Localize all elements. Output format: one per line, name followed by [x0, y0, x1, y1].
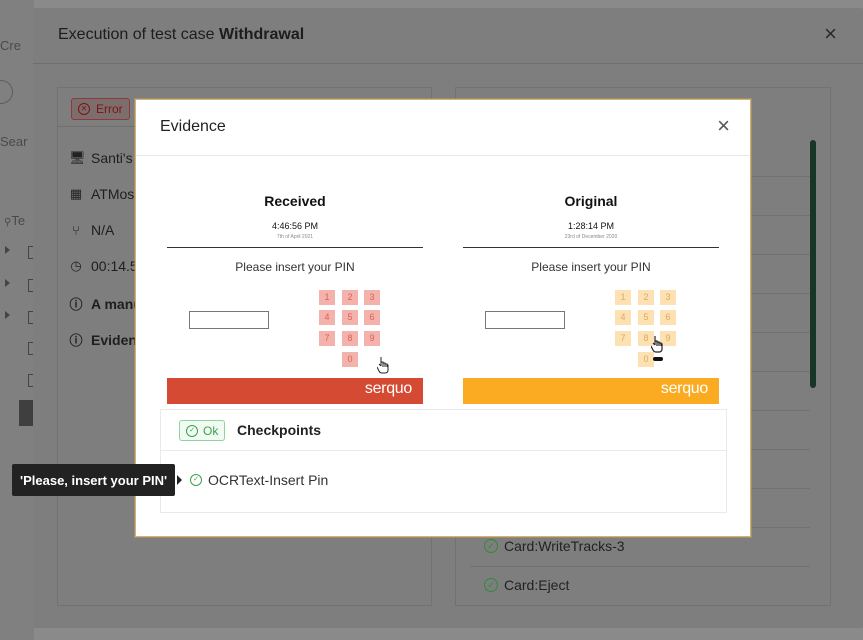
screenshot-time: 1:28:14 PM	[567, 221, 615, 231]
error-icon: ✕	[78, 103, 90, 115]
tree-expand-icon	[5, 279, 10, 287]
info-device-label: Santi's	[91, 150, 133, 166]
screenshot-date: 23rd of December 2020	[564, 234, 618, 240]
execution-dialog-title: Execution of test case Withdrawal	[58, 26, 304, 44]
tree-expand-icon	[5, 246, 10, 254]
pin-prompt: Please insert your PIN	[235, 260, 355, 274]
check-item-label: Card:Eject	[504, 577, 570, 593]
serquo-logo: serquo	[364, 380, 412, 397]
checkpoints-panel: ✓ Ok Checkpoints ✓ OCRText-Insert Pin	[160, 409, 727, 513]
pin-prompt: Please insert your PIN	[531, 260, 651, 274]
screenshot-title: Received	[264, 193, 326, 209]
divider	[167, 247, 423, 248]
evidence-modal-title: Evidence	[160, 118, 226, 135]
pin-input	[485, 311, 565, 329]
checkpoint-item[interactable]: ✓ OCRText-Insert Pin	[190, 472, 328, 488]
check-item-label: Card:WriteTracks-3	[504, 538, 625, 554]
branch-icon: ⑂	[72, 222, 80, 238]
keypad-key: 6	[660, 310, 676, 325]
test-case-name: Withdrawal	[218, 26, 305, 43]
keypad-key: 1	[615, 290, 631, 305]
keypad-key: 8	[342, 331, 358, 346]
keypad-key: 6	[364, 310, 380, 325]
brand-bar: serquo	[463, 378, 719, 404]
info-evidence-label: Eviden	[91, 331, 137, 348]
info-duration: ◷ 00:14.5	[69, 258, 138, 274]
status-badge-label: Error	[96, 102, 123, 116]
close-icon[interactable]: ×	[824, 23, 837, 45]
monitor-icon: 🖥	[69, 150, 86, 165]
keypad-key: 0	[342, 352, 358, 367]
info-duration-label: 00:14.5	[91, 258, 138, 274]
info-device: 🖥 Santi's	[69, 150, 133, 166]
screenshot-time: 4:46:56 PM	[271, 221, 319, 231]
screenshot-title: Original	[564, 193, 618, 209]
evidence-modal: Evidence × Received 4:46:56 PM 7th of Ap…	[135, 99, 751, 537]
keypad-key: 7	[615, 331, 631, 346]
background-search-text: Sear	[0, 134, 28, 149]
evidence-modal-header: Evidence ×	[136, 100, 750, 156]
check-item: ✓ Card:Eject	[484, 577, 569, 593]
status-badge-label: Ok	[203, 423, 219, 438]
keypad-key: 2	[638, 290, 654, 305]
info-evidence[interactable]: ⓘ Eviden	[69, 330, 137, 349]
background-text: Cre	[0, 38, 21, 53]
received-screenshot: Received 4:46:56 PM 7th of April 2021 Pl…	[167, 180, 423, 404]
keypad-key: 4	[615, 310, 631, 325]
status-badge: ✓ Ok	[179, 420, 226, 441]
info-app: ▦ ATMos	[69, 186, 134, 202]
keypad-key: 1	[319, 290, 335, 305]
tooltip: 'Please, insert your PIN'	[12, 464, 176, 496]
title-prefix: Execution of test case	[58, 26, 219, 43]
hand-cursor-icon	[377, 357, 389, 374]
keypad-key: 7	[319, 331, 335, 346]
info-mode: ⓘ A manu	[69, 294, 141, 313]
tooltip-arrow	[177, 475, 182, 485]
checkpoints-title: Checkpoints	[237, 422, 322, 438]
keypad-key: 4	[319, 310, 335, 325]
close-icon[interactable]: ×	[717, 115, 730, 137]
keypad-key: 5	[638, 310, 654, 325]
keypad-key: 5	[342, 310, 358, 325]
info-branch: ⑂ N/A	[69, 222, 114, 238]
checkpoints-header: ✓ Ok Checkpoints	[161, 410, 726, 451]
tree-selected-item	[19, 400, 34, 426]
execution-dialog-header: Execution of test case Withdrawal ×	[33, 8, 863, 64]
serquo-logo: serquo	[660, 380, 708, 397]
check-icon: ✓	[484, 578, 498, 592]
check-icon: ✓	[186, 424, 198, 437]
pin-input	[189, 311, 269, 329]
keypad-key: 3	[364, 290, 380, 305]
background-tree-label: ⚲Te	[4, 213, 26, 228]
clock-icon: ◷	[70, 258, 82, 273]
tree-expand-icon	[5, 311, 10, 319]
checkpoint-item-label: OCRText-Insert Pin	[208, 472, 329, 488]
info-icon: ⓘ	[69, 333, 83, 348]
divider	[463, 247, 719, 248]
status-badge: ✕ Error	[71, 98, 130, 120]
check-icon: ✓	[484, 539, 498, 553]
brand-bar: serquo	[167, 378, 423, 404]
hand-cursor-icon	[651, 336, 663, 361]
info-branch-label: N/A	[91, 222, 115, 238]
keypad-key: 9	[364, 331, 380, 346]
grid-icon: ▦	[69, 186, 83, 201]
keypad-key: 3	[660, 290, 676, 305]
screenshot-date: 7th of April 2021	[276, 234, 314, 240]
info-icon: ⓘ	[69, 297, 83, 312]
scrollbar[interactable]	[810, 140, 816, 388]
check-icon: ✓	[190, 474, 202, 486]
info-app-label: ATMos	[91, 186, 135, 202]
original-screenshot: Original 1:28:14 PM 23rd of December 202…	[463, 180, 719, 404]
check-item: ✓ Card:WriteTracks-3	[484, 538, 625, 554]
keypad-key: 2	[342, 290, 358, 305]
